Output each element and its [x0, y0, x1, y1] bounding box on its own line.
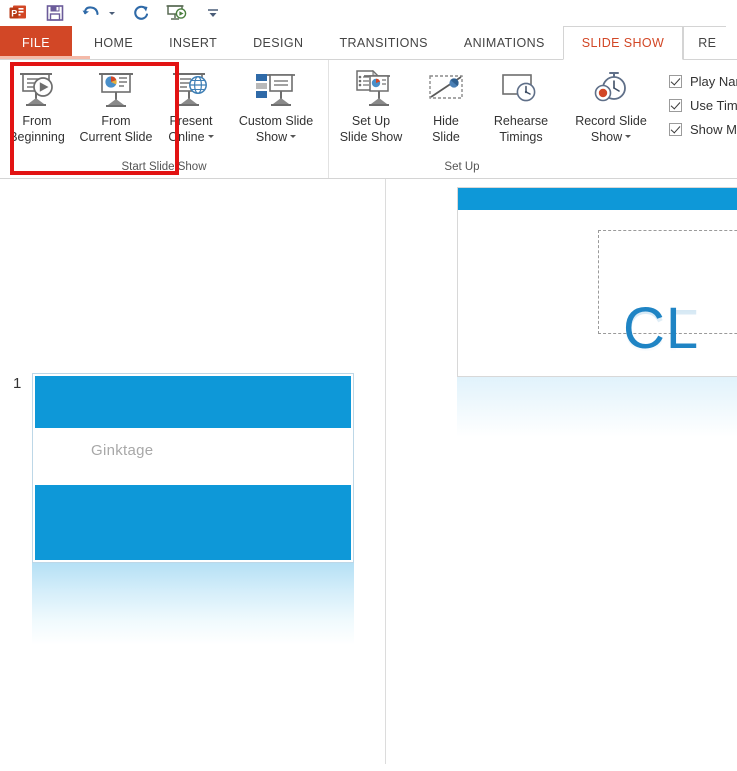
- slide-thumbnail-pane[interactable]: 1 Ginktage: [0, 179, 386, 764]
- quick-access-toolbar: P: [0, 0, 737, 28]
- from-beginning-label-line1: From: [22, 114, 52, 128]
- undo-icon[interactable]: [80, 2, 102, 24]
- play-narrations-label: Play Narrat: [690, 74, 737, 89]
- set-up-slide-show-button[interactable]: Set Up Slide Show: [329, 66, 413, 145]
- from-current-slide-label-line1: From: [101, 114, 131, 128]
- show-media-controls-label: Show Med: [690, 122, 737, 137]
- undo-dropdown-caret-icon[interactable]: [107, 2, 116, 24]
- from-current-slide-button[interactable]: From Current Slide: [74, 66, 158, 145]
- set-up-slide-show-label-line2: Slide Show: [339, 130, 403, 144]
- custom-slide-show-button[interactable]: Custom Slide Show: [224, 66, 328, 145]
- show-media-controls-checkbox-row[interactable]: Show Med: [669, 122, 737, 137]
- hide-slide-label-line1: Hide: [433, 114, 459, 128]
- record-slide-show-label-text: Show: [590, 130, 623, 144]
- thumbnail-reflection: [32, 563, 354, 645]
- thumbnail-top-band: [35, 376, 351, 428]
- hide-slide-label-line2: Slide: [432, 130, 460, 144]
- from-beginning-button[interactable]: From Beginning: [0, 66, 74, 145]
- rehearse-timings-icon: [498, 70, 544, 110]
- custom-slide-show-label-text: Show: [255, 130, 288, 144]
- projector-chart-icon: [94, 70, 138, 110]
- record-slide-show-label-line1: Record Slide: [575, 114, 647, 128]
- custom-slide-show-icon: [252, 70, 300, 110]
- group-label-start-slide-show: Start Slide Show: [121, 161, 207, 173]
- hide-slide-button[interactable]: Hide Slide: [413, 66, 479, 145]
- record-slide-show-button[interactable]: Record Slide Show: [563, 66, 659, 145]
- setup-slide-show-icon: [348, 70, 394, 110]
- tab-insert[interactable]: INSERT: [151, 26, 235, 59]
- custom-slide-show-label-line1: Custom Slide: [238, 114, 314, 128]
- custom-slide-show-label-line2: Show: [255, 129, 297, 145]
- customize-quick-access-toolbar-icon[interactable]: [202, 2, 224, 24]
- slide-thumbnail-1[interactable]: Ginktage: [32, 373, 354, 563]
- present-online-label-line2: Online: [168, 129, 214, 145]
- rehearse-timings-button[interactable]: Rehearse Timings: [479, 66, 563, 145]
- tab-review[interactable]: RE: [683, 26, 727, 59]
- set-up-slide-show-label-line1: Set Up: [351, 114, 391, 128]
- custom-slide-show-dropdown-caret-icon[interactable]: [290, 135, 297, 139]
- present-online-label-text: Online: [168, 130, 205, 144]
- use-timings-checkbox-row[interactable]: Use Timing: [669, 98, 737, 113]
- thumbnail-bottom-band: [35, 485, 351, 560]
- save-icon[interactable]: [44, 2, 66, 24]
- projector-play-icon: [15, 70, 59, 110]
- editor-workspace: 1 Ginktage CL CL: [0, 179, 737, 764]
- present-online-label-line1: Present: [169, 114, 213, 128]
- hide-slide-icon: [424, 70, 468, 110]
- projector-globe-icon: [169, 70, 213, 110]
- slide-thumbnail-1-wrapper[interactable]: Ginktage: [32, 373, 354, 645]
- present-online-dropdown-caret-icon[interactable]: [207, 135, 214, 139]
- record-slide-show-label-line2: Show: [590, 129, 632, 145]
- slide-top-band: [458, 188, 737, 210]
- ribbon-group-start-slide-show: From Beginning From Current Slide Presen…: [0, 60, 328, 178]
- record-slide-show-dropdown-caret-icon[interactable]: [625, 135, 632, 139]
- tab-animations[interactable]: ANIMATIONS: [446, 26, 563, 59]
- tab-transitions[interactable]: TRANSITIONS: [321, 26, 445, 59]
- start-from-beginning-icon[interactable]: [166, 2, 188, 24]
- record-slide-show-icon: [588, 70, 634, 110]
- powerpoint-logo-icon[interactable]: P: [8, 2, 38, 28]
- from-beginning-label-line2: Beginning: [9, 130, 65, 144]
- tab-home[interactable]: HOME: [76, 26, 151, 59]
- svg-text:P: P: [11, 8, 17, 18]
- present-online-button[interactable]: Present Online: [158, 66, 224, 145]
- slide-editing-pane[interactable]: CL CL: [387, 179, 737, 764]
- from-current-slide-label-line2: Current Slide: [79, 130, 153, 144]
- group-label-set-up: Set Up: [444, 161, 480, 173]
- thumbnail-body-text: Ginktage: [91, 442, 154, 459]
- slide-show-options-checkbox-group: Play Narrat Use Timing Show Med: [659, 66, 737, 137]
- slide-number-1: 1: [13, 375, 22, 392]
- ribbon-group-set-up: Set Up Slide Show Hide Slide Rehearse Ti…: [328, 60, 737, 178]
- play-narrations-checkbox[interactable]: [669, 75, 682, 88]
- redo-icon[interactable]: [130, 2, 152, 24]
- tab-file[interactable]: FILE: [0, 26, 72, 59]
- tab-slide-show[interactable]: SLIDE SHOW: [562, 26, 684, 60]
- slide-title-reflection: CL: [623, 297, 700, 362]
- rehearse-timings-label-line1: Rehearse: [493, 114, 549, 128]
- play-narrations-checkbox-row[interactable]: Play Narrat: [669, 74, 737, 89]
- ribbon-slide-show: From Beginning From Current Slide Presen…: [0, 59, 737, 179]
- slide-reflection-band: [457, 377, 737, 437]
- rehearse-timings-label-line2: Timings: [499, 130, 543, 144]
- tab-design[interactable]: DESIGN: [235, 26, 321, 59]
- use-timings-label: Use Timing: [690, 98, 737, 113]
- current-slide-canvas[interactable]: CL CL: [457, 187, 737, 377]
- show-media-controls-checkbox[interactable]: [669, 123, 682, 136]
- ribbon-tab-bar: FILE HOME INSERT DESIGN TRANSITIONS ANIM…: [0, 26, 737, 60]
- use-timings-checkbox[interactable]: [669, 99, 682, 112]
